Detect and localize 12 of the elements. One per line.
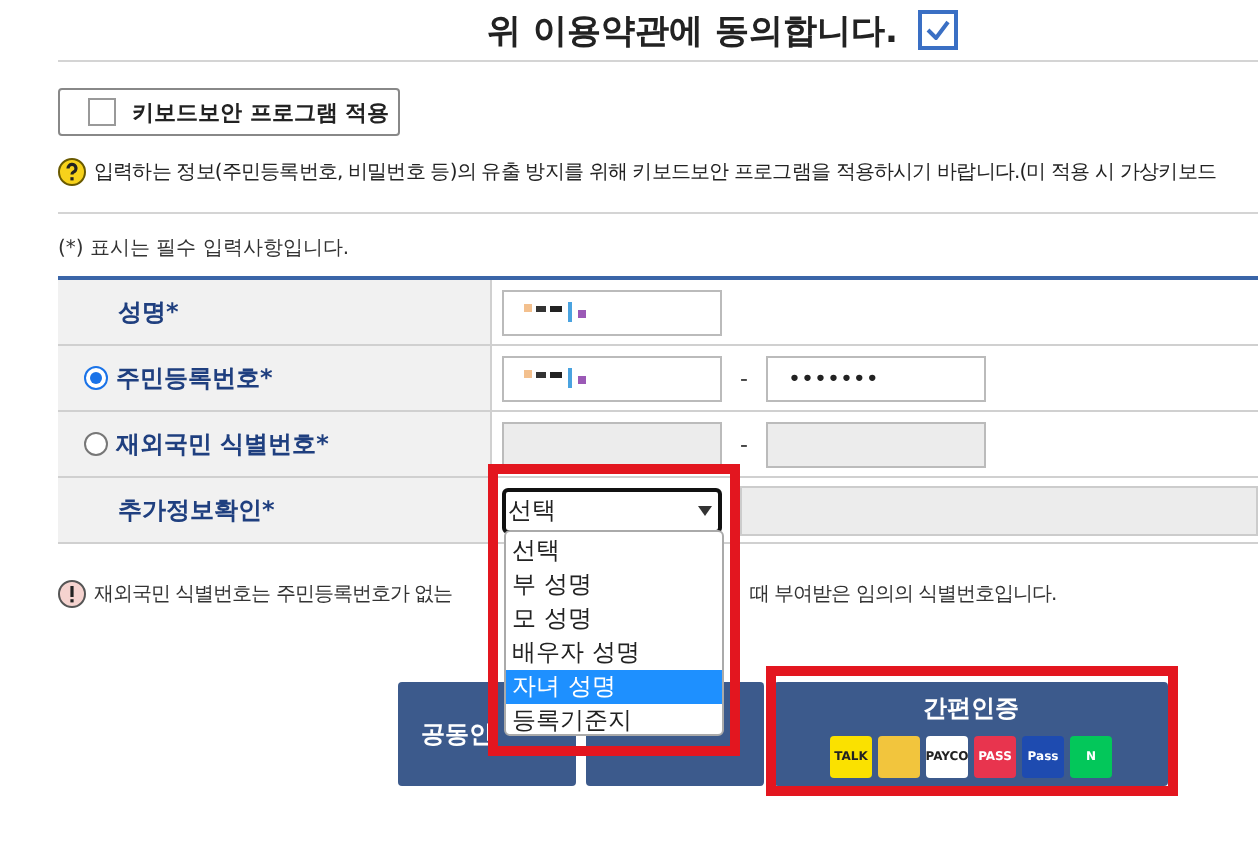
dash-separator: - xyxy=(740,365,748,391)
field-label: 성명* xyxy=(116,295,179,329)
warning-text: 때 부여받은 임의의 식별번호입니다. xyxy=(750,582,1057,608)
field-label: 주민등록번호* xyxy=(116,361,273,395)
warning-text: 재외국민 식별번호는 주민등록번호가 없는 xyxy=(94,582,455,608)
dash-separator: - xyxy=(740,431,748,457)
help-notice: 입력하는 정보(주민등록번호, 비밀번호 등)의 유출 방지를 위해 키보드보안 프로그램을 적용하시기 바랍니다.(미 적용 시 가상키보드 xyxy=(94,160,1216,186)
required-note: (*) 표시는 필수 입력사항입니다. xyxy=(58,236,350,262)
keyboard-security-label: 키보드보안 프로그램 적용 xyxy=(132,97,390,127)
field-label: 재외국민 식별번호* xyxy=(116,427,329,461)
field-label: 추가정보확인* xyxy=(116,493,275,527)
agreement-text: 위 이용약관에 동의합니다. xyxy=(487,9,898,53)
